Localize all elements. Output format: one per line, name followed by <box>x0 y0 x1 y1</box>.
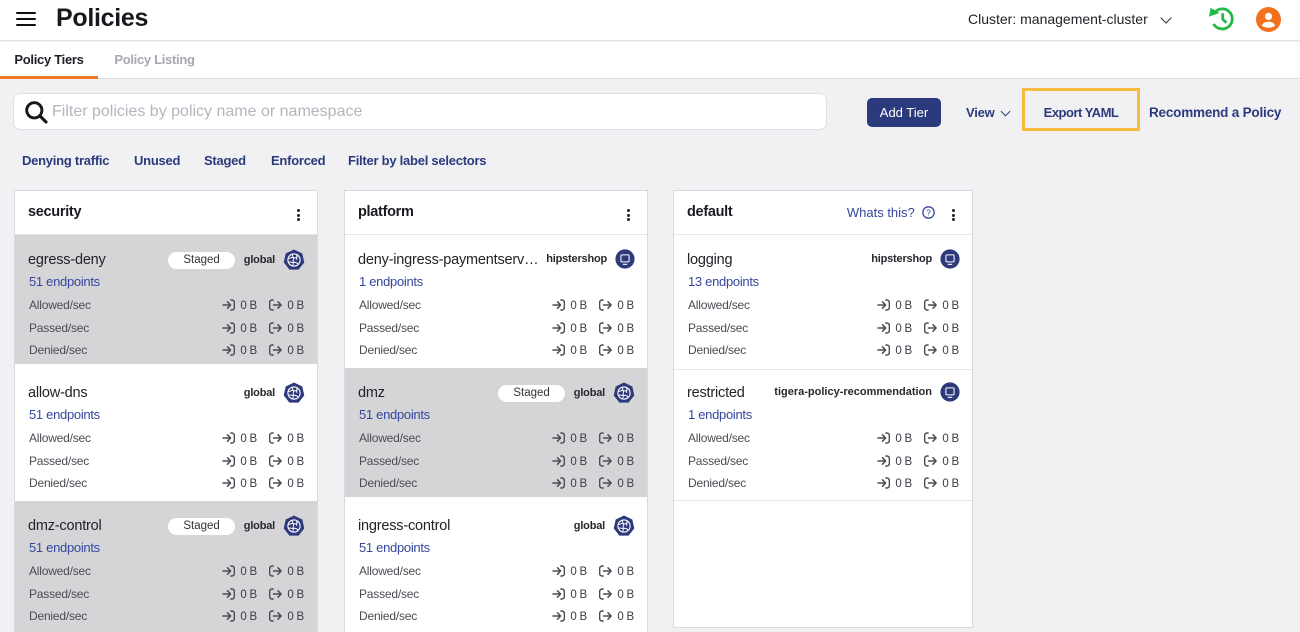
svg-text:?: ? <box>926 207 931 217</box>
